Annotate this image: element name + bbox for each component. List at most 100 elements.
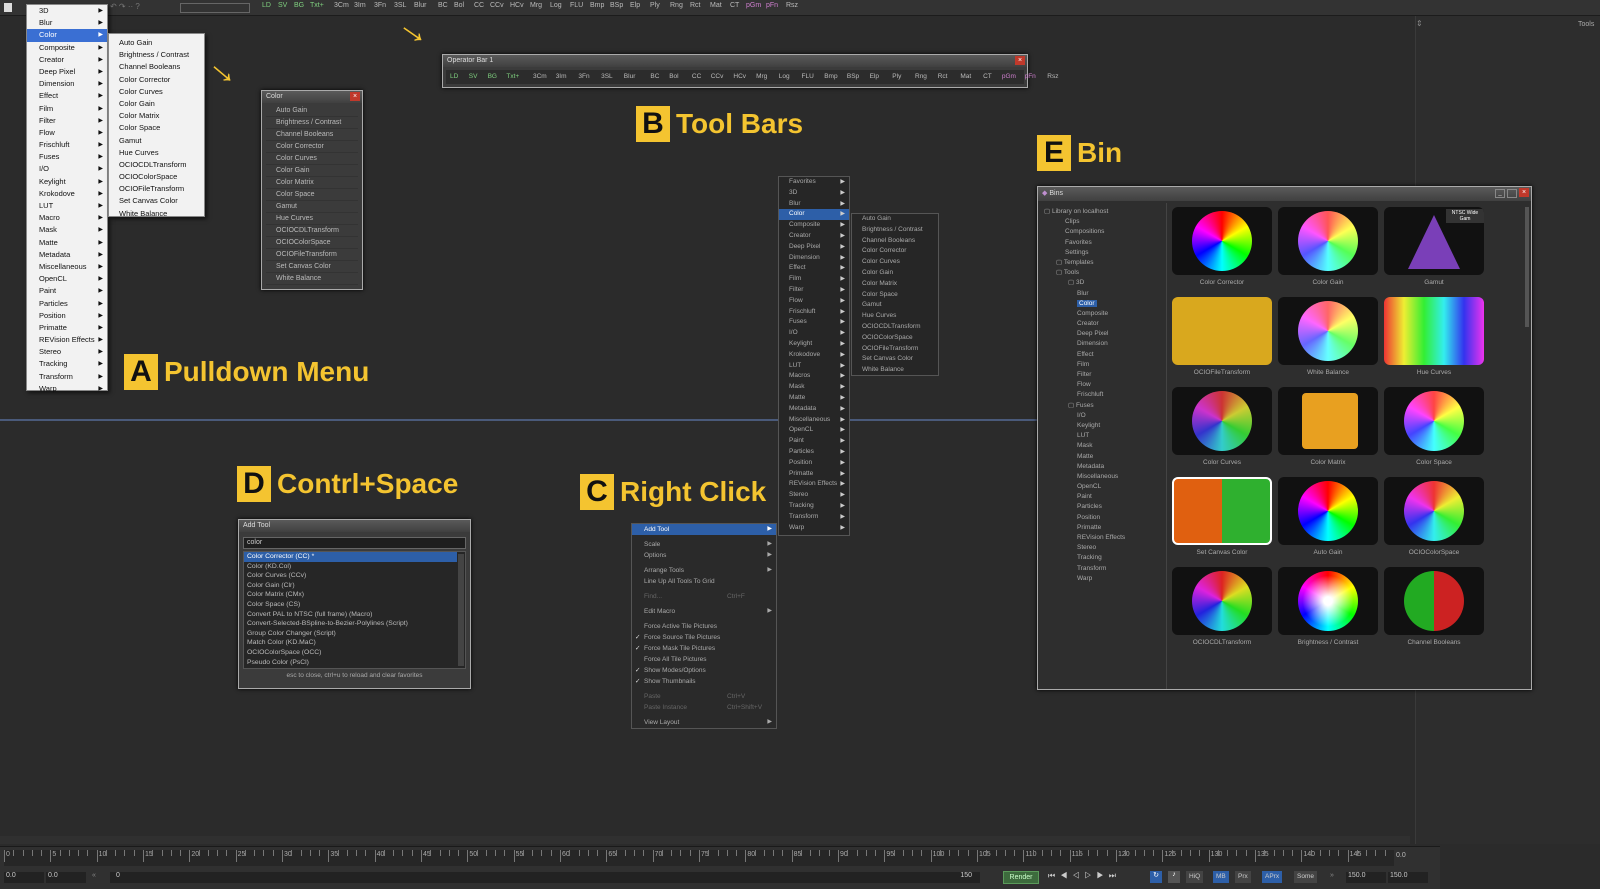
toolbar-tool-button[interactable]: SV — [278, 2, 287, 9]
bins-tree-node[interactable]: Deep Pixel — [1044, 329, 1164, 339]
context-color-tool-item[interactable]: Color Curves — [852, 257, 938, 268]
operator-bar-tool[interactable]: Rct — [938, 73, 948, 80]
bins-tree-node[interactable]: Mask — [1044, 441, 1164, 451]
bin-item[interactable]: Auto Gain — [1276, 477, 1380, 556]
global-start-field[interactable]: 0.0 — [4, 872, 44, 883]
context-category-item[interactable]: Metadata ▶ — [779, 404, 849, 415]
context-color-tool-item[interactable]: OCIOFileTransform — [852, 344, 938, 355]
pulldown-menu-item[interactable]: Miscellaneous ▶ — [27, 261, 107, 273]
pulldown-menu-item[interactable]: Dimension ▶ — [27, 78, 107, 90]
pulldown-submenu-item[interactable]: Color Corrector — [109, 74, 204, 86]
bins-tree-node[interactable]: Flow — [1044, 380, 1164, 390]
pulldown-menu-item[interactable]: Blur ▶ — [27, 17, 107, 29]
pulldown-menu-item[interactable]: Paint ▶ — [27, 285, 107, 297]
add-tool-result[interactable]: Color Corrector (CC) * — [244, 552, 457, 562]
operator-bar-tool[interactable]: BSp — [847, 73, 859, 80]
add-tool-result[interactable]: Color Gain (Clr) — [244, 581, 457, 591]
pulldown-menu-item[interactable]: Krokodove ▶ — [27, 188, 107, 200]
maximize-icon[interactable] — [1507, 189, 1517, 198]
operator-bar-tool[interactable]: BC — [650, 73, 659, 80]
context-menu-item[interactable]: ✓ Force Mask Tile Pictures — [632, 643, 776, 654]
render-button[interactable]: Render — [1003, 871, 1039, 884]
pulldown-menu-item[interactable]: Warp ▶ — [27, 383, 107, 395]
global-end-field[interactable]: 150.0 — [1388, 872, 1428, 883]
pulldown-submenu-item[interactable]: Brightness / Contrast — [109, 49, 204, 61]
color-toolbar-button[interactable]: Color Gain — [266, 165, 358, 177]
context-menu-item[interactable]: ✓ Show Thumbnails — [632, 676, 776, 687]
toolbar-tool-button[interactable]: BC — [438, 2, 448, 9]
toolbar-tool-button[interactable]: Log — [550, 2, 562, 9]
pulldown-menu-item[interactable]: REVision Effects ▶ — [27, 334, 107, 346]
pulldown-menu-item[interactable]: Transform ▶ — [27, 371, 107, 383]
context-category-item[interactable]: Creator ▶ — [779, 231, 849, 242]
color-toolbar-button[interactable]: Channel Booleans — [266, 129, 358, 141]
color-toolbar-button[interactable]: OCIOCDLTransform — [266, 225, 358, 237]
context-menu-item[interactable]: ✓ Force Source Tile Pictures — [632, 632, 776, 643]
context-color-tool-item[interactable]: Hue Curves — [852, 311, 938, 322]
layout-icons[interactable] — [180, 3, 250, 13]
audio-icon[interactable]: ♪ — [1168, 871, 1180, 883]
toolbar-tool-button[interactable]: CC — [474, 2, 484, 9]
bins-tree-node[interactable]: ▢ Templates — [1044, 258, 1164, 268]
color-toolbar-button[interactable]: OCIOFileTransform — [266, 249, 358, 261]
context-category-item[interactable]: Effect ▶ — [779, 263, 849, 274]
panel-scroll-track[interactable] — [0, 836, 1410, 844]
context-category-item[interactable]: Film ▶ — [779, 274, 849, 285]
toolbar-tool-button[interactable]: Bol — [454, 2, 464, 9]
pulldown-menu-item[interactable]: Primatte ▶ — [27, 322, 107, 334]
operator-bar-tool[interactable]: LD — [450, 73, 458, 80]
add-tool-result[interactable]: Convert-Selected-BSpline-to-Bezier-Polyl… — [244, 619, 457, 629]
context-category-item[interactable]: Dimension ▶ — [779, 253, 849, 264]
expand-box-icon[interactable]: ▢ — [1068, 279, 1076, 286]
pulldown-menu-item[interactable]: Creator ▶ — [27, 54, 107, 66]
minimize-icon[interactable]: _ — [1495, 189, 1505, 198]
pulldown-menu-item[interactable]: Tracking ▶ — [27, 358, 107, 370]
context-category-item[interactable]: Keylight ▶ — [779, 339, 849, 350]
operator-bar-title[interactable]: Operator Bar 1 × — [443, 55, 1027, 67]
operator-bar-tool[interactable]: FLU — [802, 73, 814, 80]
add-tool-result[interactable]: OCIOColorSpace (OCC) — [244, 648, 457, 658]
context-category-item[interactable]: Krokodove ▶ — [779, 350, 849, 361]
context-menu-item[interactable]: Add Tool ▶ — [632, 524, 776, 535]
bins-tree-node[interactable]: Dimension — [1044, 339, 1164, 349]
pulldown-menu-item[interactable]: Stereo ▶ — [27, 346, 107, 358]
undo-redo-icons[interactable]: ↶ ↷ ·· ? — [110, 2, 170, 13]
context-category-item[interactable]: Tracking ▶ — [779, 501, 849, 512]
context-menu-item[interactable]: Line Up All Tools To Grid — [632, 576, 776, 587]
context-color-tool-item[interactable]: OCIOColorSpace — [852, 333, 938, 344]
color-toolbar-button[interactable]: Color Space — [266, 189, 358, 201]
bins-tree-node[interactable]: Stereo — [1044, 543, 1164, 553]
context-category-item[interactable]: Blur ▶ — [779, 199, 849, 210]
toolbar-tool-button[interactable]: Txt+ — [310, 2, 324, 9]
add-tool-result[interactable]: Group Color Changer (Script) — [244, 629, 457, 639]
operator-bar-tool[interactable]: 3Cm — [533, 73, 547, 80]
context-category-item[interactable]: Primatte ▶ — [779, 469, 849, 480]
bins-tree-node[interactable]: Color — [1044, 299, 1164, 309]
bins-tree-node[interactable]: OpenCL — [1044, 482, 1164, 492]
operator-bar-tool[interactable]: Log — [779, 73, 790, 80]
toolbar-tool-button[interactable]: pGm — [746, 2, 761, 9]
context-color-tool-item[interactable]: Color Space — [852, 290, 938, 301]
context-category-item[interactable]: REVision Effects ▶ — [779, 479, 849, 490]
toolbar-tool-button[interactable]: FLU — [570, 2, 583, 9]
context-category-item[interactable]: LUT ▶ — [779, 361, 849, 372]
context-category-item[interactable]: Favorites ▶ — [779, 177, 849, 188]
context-category-item[interactable]: Composite ▶ — [779, 220, 849, 231]
add-tool-result[interactable]: Color Matrix (CMx) — [244, 590, 457, 600]
pulldown-menu-item[interactable]: Composite ▶ — [27, 42, 107, 54]
context-menu-item[interactable]: Force Active Tile Pictures — [632, 621, 776, 632]
playback-controls[interactable]: ⏮◀◁▷▶⏭ — [1048, 871, 1158, 884]
operator-bar-tool[interactable]: 3SL — [601, 73, 613, 80]
context-color-tool-item[interactable]: Auto Gain — [852, 214, 938, 225]
close-icon[interactable]: × — [1519, 188, 1529, 197]
quality-mode-button[interactable]: HiQ — [1186, 871, 1204, 883]
toolbar-tool-button[interactable]: 3Fn — [374, 2, 386, 9]
context-category-item[interactable]: Mask ▶ — [779, 382, 849, 393]
operator-bar-tool[interactable]: BG — [488, 73, 497, 80]
bins-tree-node[interactable]: Keylight — [1044, 421, 1164, 431]
context-menu-item[interactable]: Options ▶ — [632, 550, 776, 561]
pulldown-submenu-item[interactable]: Set Canvas Color — [109, 195, 204, 207]
bins-tree-node[interactable]: Compositions — [1044, 227, 1164, 237]
quality-mode-button[interactable]: APrx — [1262, 871, 1283, 883]
pulldown-menu-item[interactable]: Filter ▶ — [27, 115, 107, 127]
